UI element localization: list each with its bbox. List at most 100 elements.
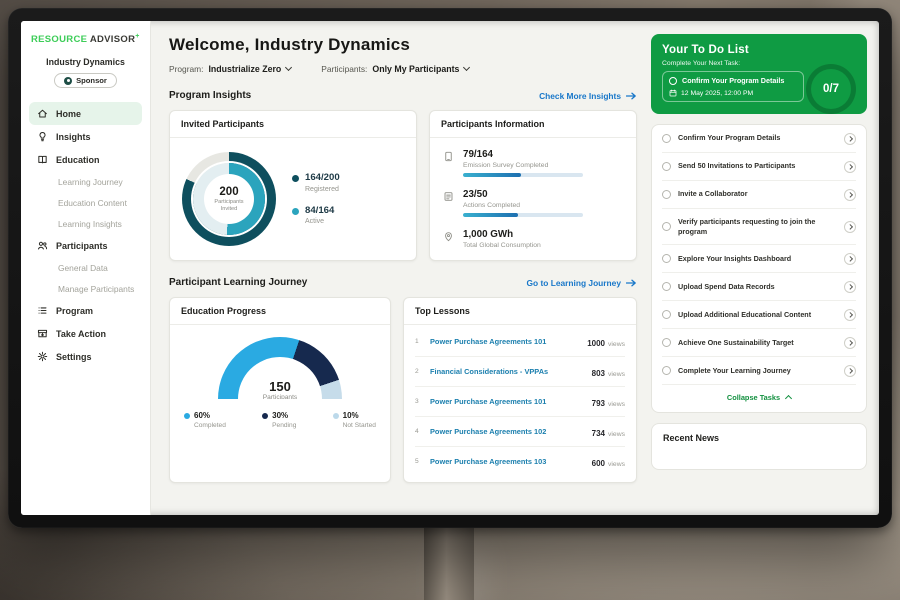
tasks-card: Confirm Your Program Details Send 50 Inv… [651,124,867,413]
task-row[interactable]: Upload Additional Educational Content [662,301,856,329]
task-checkbox[interactable] [662,254,671,263]
checklist-icon [443,191,454,202]
task-row[interactable]: Send 50 Invitations to Participants [662,153,856,181]
lesson-title-link[interactable]: Power Purchase Agreements 101 [430,397,585,406]
brand-primary: RESOURCE [31,34,87,45]
nav-label: Manage Participants [58,284,134,294]
nav-label: Settings [56,352,92,362]
brand-logo: RESOURCE ADVISOR+ [29,33,142,45]
card-title: Top Lessons [404,298,636,325]
participants-filter-label: Participants: [321,64,367,74]
sidebar-item-insights[interactable]: Insights [29,125,142,148]
lesson-row[interactable]: 3 Power Purchase Agreements 101 793views [415,386,625,416]
nav-label: Insights [56,132,91,142]
task-open-chevron[interactable] [844,161,856,173]
legend-registered: 164/200 Registered [292,173,340,193]
program-filter[interactable]: Program: Industrialize Zero [169,64,291,74]
go-to-learning-journey-link[interactable]: Go to Learning Journey [527,278,637,288]
task-open-chevron[interactable] [844,365,856,377]
sidebar-item-take-action[interactable]: Take Action [29,322,142,345]
lesson-row[interactable]: 5 Power Purchase Agreements 103 600views [415,446,625,476]
education-gauge-chart: 150 Participants [218,337,342,399]
task-open-chevron[interactable] [844,281,856,293]
donut-legend: 164/200 Registered 84/164 Active [292,173,340,225]
sponsor-badge: Sponsor [54,73,117,88]
insights-cards-row: Invited Participants 200 Participants In… [169,110,637,261]
task-open-chevron[interactable] [844,337,856,349]
lesson-title-link[interactable]: Power Purchase Agreements 102 [430,427,585,436]
lesson-row[interactable]: 1 Power Purchase Agreements 101 1000view… [415,327,625,356]
lesson-row[interactable]: 4 Power Purchase Agreements 102 734views [415,416,625,446]
sidebar-item-learning-journey[interactable]: Learning Journey [29,171,142,192]
task-checkbox[interactable] [662,366,671,375]
sidebar-item-settings[interactable]: Settings [29,345,142,368]
sidebar-item-general-data[interactable]: General Data [29,257,142,278]
task-row[interactable]: Invite a Collaborator [662,181,856,209]
legend-completed: 60% Completed [184,411,226,429]
sidebar-item-education-content[interactable]: Education Content [29,192,142,213]
brand-plus: + [135,33,139,40]
task-checkbox[interactable] [662,134,671,143]
book-icon [37,154,48,165]
task-checkbox[interactable] [662,190,671,199]
task-checkbox[interactable] [662,222,671,231]
filters-bar: Program: Industrialize Zero Participants… [169,64,637,74]
task-checkbox[interactable] [662,162,671,171]
nav-label: Learning Insights [58,219,122,229]
task-row[interactable]: Confirm Your Program Details [662,125,856,153]
task-label: Send 50 Invitations to Participants [678,161,837,171]
stat-value: 23/50 [463,189,583,200]
next-task[interactable]: Confirm Your Program Details 12 May 2025… [662,71,804,102]
lesson-title-link[interactable]: Power Purchase Agreements 103 [430,457,585,466]
task-row[interactable]: Explore Your Insights Dashboard [662,245,856,273]
lesson-rank: 4 [415,428,423,435]
task-checkbox[interactable] [662,338,671,347]
legend-label: Registered [305,186,340,193]
stat-value: 79/164 [463,149,583,160]
check-more-insights-link[interactable]: Check More Insights [539,91,637,101]
task-row[interactable]: Verify participants requesting to join t… [662,209,856,245]
nav-label: General Data [58,263,108,273]
task-row[interactable]: Upload Spend Data Records [662,273,856,301]
program-insights-header: Program Insights Check More Insights [169,90,637,101]
nav-label: Home [56,109,81,119]
lesson-title-link[interactable]: Financial Considerations - VPPAs [430,367,585,376]
sidebar: RESOURCE ADVISOR+ Industry Dynamics Spon… [21,21,151,515]
legend-value: 30% [272,411,288,420]
program-filter-label: Program: [169,64,203,74]
lesson-title-link[interactable]: Power Purchase Agreements 101 [430,337,580,346]
lesson-row[interactable]: 2 Financial Considerations - VPPAs 803vi… [415,356,625,386]
stat-emission-survey: 79/164 Emission Survey Completed [443,149,623,177]
legend-label: Not Started [343,422,376,429]
actions-progress-bar [463,213,583,217]
participants-filter-value: Only My Participants [372,64,459,74]
sidebar-item-education[interactable]: Education [29,148,142,171]
task-open-chevron[interactable] [844,133,856,145]
task-row[interactable]: Complete Your Learning Journey [662,357,856,385]
collapse-label: Collapse Tasks [727,393,780,402]
task-open-chevron[interactable] [844,221,856,233]
collapse-tasks-button[interactable]: Collapse Tasks [662,385,856,412]
next-task-checkbox[interactable] [669,77,677,85]
program-filter-value: Industrialize Zero [208,64,281,74]
sidebar-item-learning-insights[interactable]: Learning Insights [29,213,142,234]
top-lessons-card: Top Lessons 1 Power Purchase Agreements … [403,297,637,483]
task-open-chevron[interactable] [844,253,856,265]
task-checkbox[interactable] [662,282,671,291]
sidebar-item-home[interactable]: Home [29,102,142,125]
sidebar-item-manage-participants[interactable]: Manage Participants [29,278,142,299]
card-title: Education Progress [170,298,390,325]
gear-icon [37,351,48,362]
sidebar-item-program[interactable]: Program [29,299,142,322]
task-row[interactable]: Achieve One Sustainability Target [662,329,856,357]
lesson-views-value: 793 [592,399,605,408]
task-open-chevron[interactable] [844,309,856,321]
home-icon [37,108,48,119]
sidebar-item-participants[interactable]: Participants [29,234,142,257]
chevron-down-icon [463,64,470,71]
task-open-chevron[interactable] [844,189,856,201]
monitor-frame: RESOURCE ADVISOR+ Industry Dynamics Spon… [8,8,892,528]
participants-filter[interactable]: Participants: Only My Participants [321,64,469,74]
task-checkbox[interactable] [662,310,671,319]
action-box-icon [37,328,48,339]
